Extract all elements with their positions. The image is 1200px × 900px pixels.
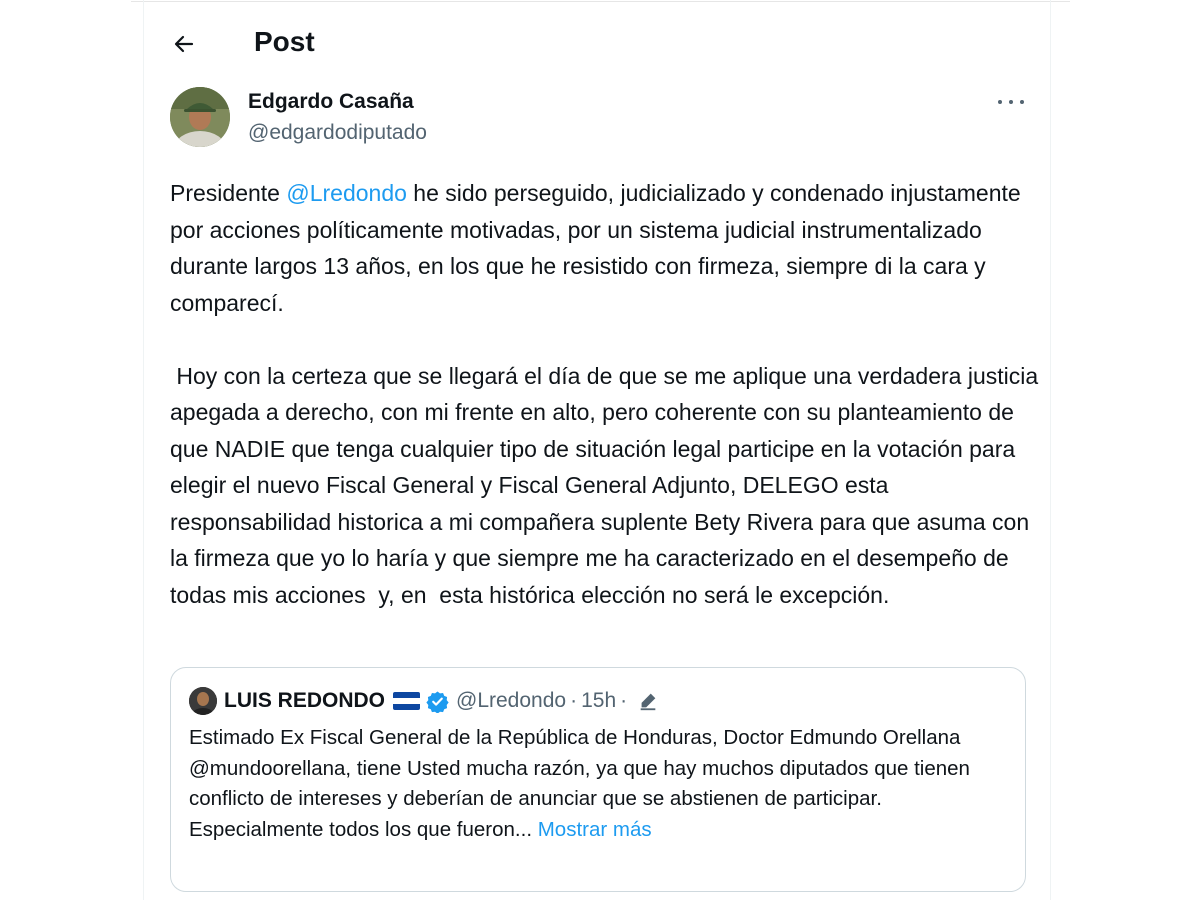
- author-avatar[interactable]: [170, 87, 230, 147]
- quoted-post-paragraph: Especialmente todos los que fueron... Mo…: [189, 815, 1009, 846]
- arrow-left-icon: [174, 35, 194, 53]
- post-text: Presidente @Lredondo he sido perseguido,…: [170, 175, 1040, 613]
- post-paragraph: Presidente @Lredondo he sido perseguido,…: [170, 175, 1040, 321]
- back-button[interactable]: [166, 26, 202, 62]
- post-paragraph: Hoy con la certeza que se llegará el día…: [170, 362, 1045, 608]
- separator-dot: ·: [620, 689, 628, 712]
- quoted-author-name[interactable]: LUIS REDONDO: [224, 689, 385, 713]
- separator-dot: ·: [570, 689, 578, 712]
- page-header: Post: [144, 16, 1050, 68]
- quoted-post-time[interactable]: 15h: [581, 689, 616, 713]
- quoted-post[interactable]: LUIS REDONDO @Lredondo · 15h · Estimado …: [170, 667, 1026, 892]
- quoted-author-avatar: [189, 687, 217, 715]
- more-horizontal-icon-dot: [1020, 100, 1024, 104]
- quoted-post-text-segment: Especialmente todos los que fueron...: [189, 817, 533, 841]
- page-title: Post: [254, 26, 315, 57]
- mention-link[interactable]: @Lredondo: [286, 180, 407, 206]
- honduras-flag-icon: [393, 692, 421, 710]
- avatar-photo: [170, 87, 230, 147]
- author-handle[interactable]: @edgardodiputado: [248, 121, 427, 145]
- quoted-post-header: LUIS REDONDO @Lredondo · 15h ·: [189, 686, 659, 716]
- post-detail-column: Post Edgardo Casaña @edgardodiputado Pre…: [143, 0, 1051, 900]
- author-name[interactable]: Edgardo Casaña: [248, 90, 414, 114]
- show-more-link[interactable]: Mostrar más: [538, 818, 652, 841]
- more-horizontal-icon-dot: [998, 100, 1002, 104]
- edit-pencil-icon: [640, 693, 656, 711]
- more-horizontal-icon-dot: [1009, 100, 1013, 104]
- post-text-segment: Presidente: [170, 180, 287, 206]
- verified-badge-icon: [426, 690, 449, 713]
- more-options-button[interactable]: [998, 92, 1024, 112]
- quoted-post-text: Estimado Ex Fiscal General de la Repúbli…: [189, 723, 1009, 845]
- quoted-post-paragraph: Estimado Ex Fiscal General de la Repúbli…: [189, 726, 970, 810]
- quoted-author-handle[interactable]: @Lredondo: [456, 689, 566, 713]
